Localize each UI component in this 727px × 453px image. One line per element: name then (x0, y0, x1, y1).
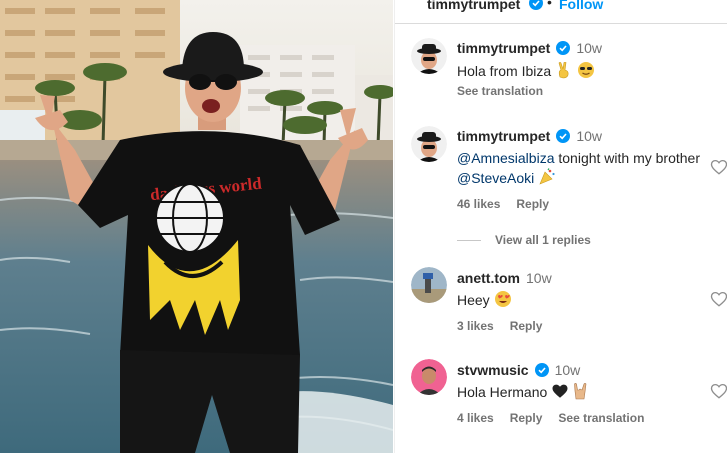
comment-text: Hola from Ibiza (457, 61, 707, 81)
see-translation-link[interactable]: See translation (457, 84, 543, 98)
black-heart-emoji (552, 384, 568, 398)
likes-count[interactable]: 46 likes (457, 197, 500, 211)
verified-badge-icon (529, 0, 543, 10)
comment-text: Hola Hermano (457, 382, 707, 402)
comment-time[interactable]: 10w (576, 40, 602, 56)
comment-username[interactable]: stvwmusic (457, 362, 529, 378)
reply-button[interactable]: Reply (510, 411, 543, 425)
verified-badge-icon (556, 129, 571, 143)
avatar[interactable] (411, 38, 447, 74)
sign-of-horns-emoji (574, 383, 587, 400)
verified-badge-icon (556, 41, 571, 55)
header-separator: • (547, 0, 552, 10)
like-heart-icon[interactable] (710, 290, 727, 308)
comment-username[interactable]: timmytrumpet (457, 40, 550, 56)
comment-text: @Amnesialbiza tonight with my brother @S… (457, 149, 707, 188)
see-translation-link[interactable]: See translation (558, 411, 644, 425)
like-heart-icon[interactable] (710, 382, 727, 400)
comments-panel: timmytrumpet • Follow timmytrumpet 10w H… (394, 0, 727, 453)
comment-text: Heey (457, 290, 707, 310)
victory-hand-emoji (558, 61, 569, 79)
comment-username[interactable]: timmytrumpet (457, 128, 550, 144)
party-popper-emoji (539, 168, 555, 185)
comment-body: Heey (457, 292, 490, 308)
post-photo[interactable]: darkness world (0, 0, 393, 453)
mention-link[interactable]: @SteveAoki (457, 170, 534, 186)
verified-badge-icon (534, 363, 549, 377)
comment-body: Hola Hermano (457, 384, 548, 400)
avatar[interactable] (411, 126, 447, 162)
likes-count[interactable]: 3 likes (457, 319, 494, 333)
comment-time[interactable]: 10w (576, 128, 602, 144)
comment-time[interactable]: 10w (555, 362, 581, 378)
sunglasses-face-emoji (577, 62, 594, 78)
view-replies-label: View all 1 replies (495, 233, 591, 247)
follow-button[interactable]: Follow (559, 0, 603, 12)
like-heart-icon[interactable] (710, 158, 727, 176)
comment-username[interactable]: anett.tom (457, 270, 520, 286)
reply-button[interactable]: Reply (510, 319, 543, 333)
comment-time[interactable]: 10w (526, 270, 552, 286)
replies-divider (457, 239, 481, 241)
heart-eyes-emoji (494, 291, 511, 307)
avatar[interactable] (411, 267, 447, 303)
header-username[interactable]: timmytrumpet (427, 0, 520, 12)
reply-button[interactable]: Reply (516, 197, 549, 211)
comment-body: Hola from Ibiza (457, 63, 552, 79)
likes-count[interactable]: 4 likes (457, 411, 494, 425)
avatar[interactable] (411, 359, 447, 395)
post-header: timmytrumpet • Follow (395, 0, 727, 24)
mention-link[interactable]: @Amnesialbiza (457, 150, 554, 166)
view-replies-button[interactable]: View all 1 replies (457, 233, 591, 247)
comment-body: tonight with my brother (554, 150, 700, 166)
